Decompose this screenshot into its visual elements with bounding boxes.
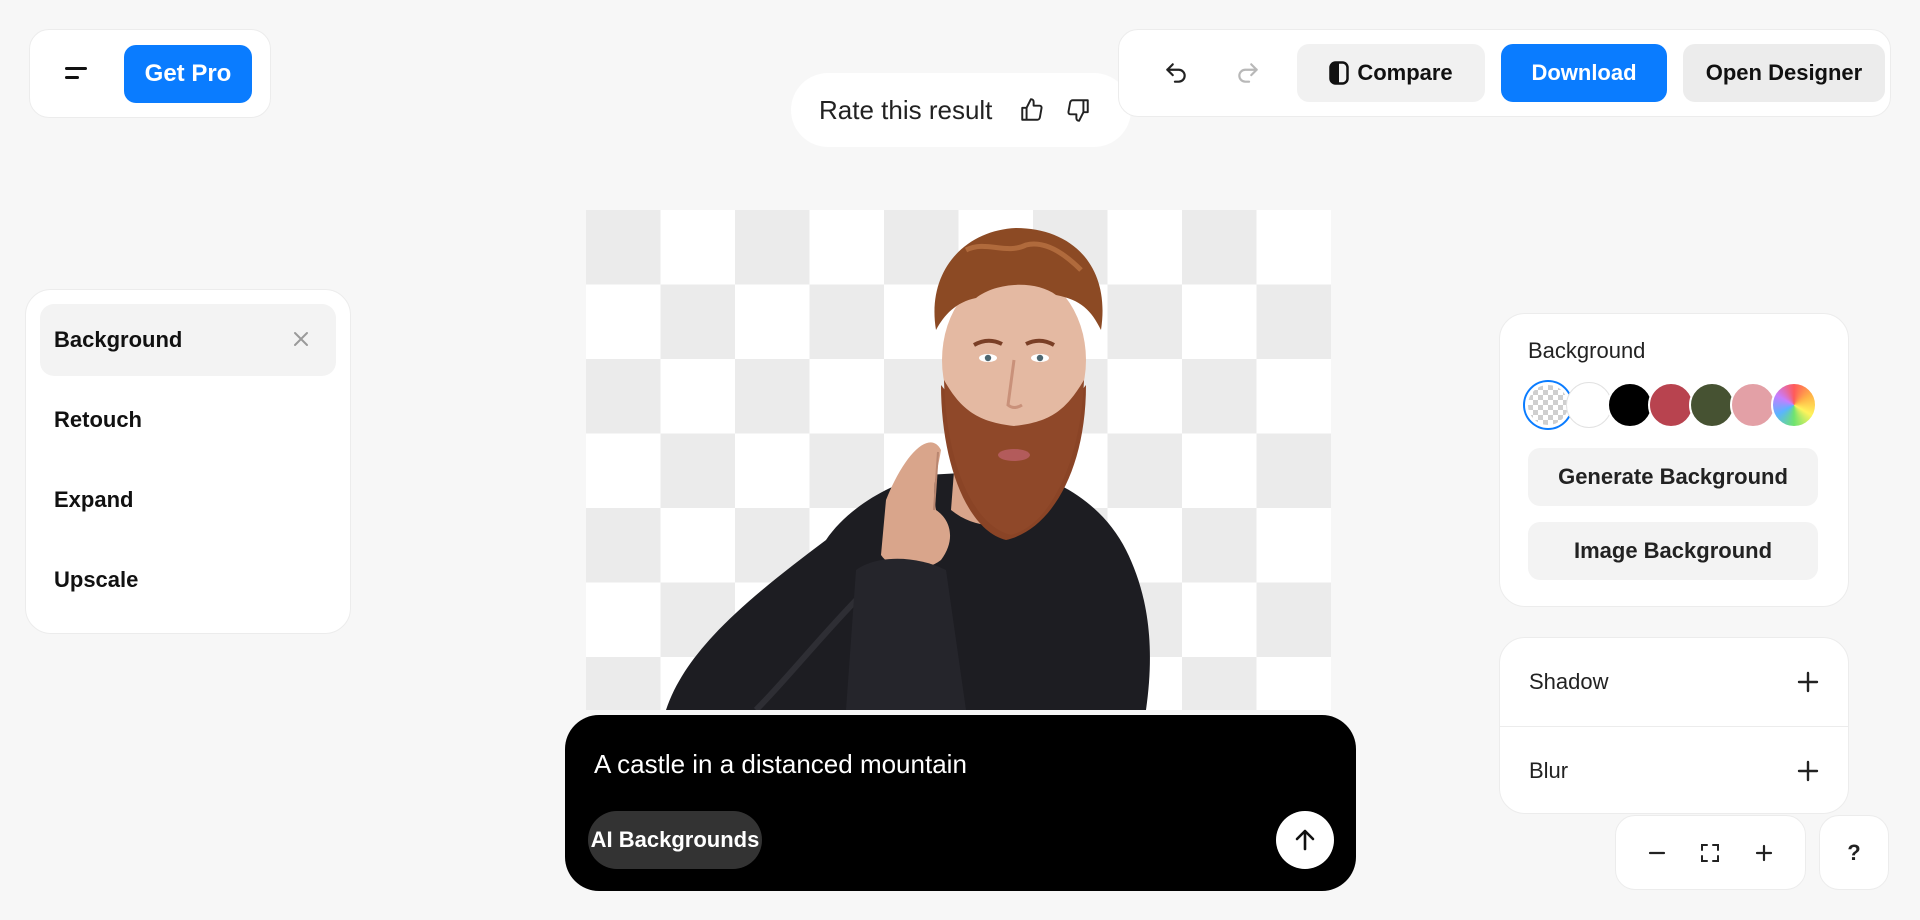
tool-upscale[interactable]: Upscale <box>40 544 336 616</box>
thumbs-up-button[interactable] <box>1016 94 1048 126</box>
tool-expand[interactable]: Expand <box>40 464 336 536</box>
tools-panel: Background Retouch Expand Upscale <box>25 289 351 634</box>
download-button[interactable]: Download <box>1501 44 1667 102</box>
redo-button[interactable] <box>1217 44 1279 102</box>
open-designer-button[interactable]: Open Designer <box>1683 44 1885 102</box>
rate-label: Rate this result <box>819 94 993 125</box>
tool-label: Upscale <box>54 567 139 592</box>
prompt-bar: A castle in a distanced mountain AI Back… <box>565 715 1356 891</box>
rate-result-pill: Rate this result <box>791 73 1131 147</box>
background-panel-title: Background <box>1528 338 1646 363</box>
compare-button[interactable]: Compare <box>1297 44 1485 102</box>
swatch-pink[interactable] <box>1730 382 1776 428</box>
shadow-row[interactable]: Shadow <box>1500 638 1848 726</box>
plus-icon <box>1797 760 1819 781</box>
image-background-button[interactable]: Image Background <box>1528 522 1818 580</box>
top-left-toolbar: Get Pro <box>29 29 271 118</box>
close-icon[interactable] <box>290 328 312 350</box>
compare-label: Compare <box>1357 60 1453 85</box>
zoom-controls <box>1615 815 1806 890</box>
tool-label: Expand <box>54 487 134 512</box>
background-panel: Background Generate Background Image Bac… <box>1499 313 1849 607</box>
add-shadow-button[interactable] <box>1794 668 1822 696</box>
image-canvas[interactable] <box>586 210 1331 710</box>
tool-label: Retouch <box>54 407 142 432</box>
tool-label: Background <box>54 327 183 352</box>
redo-icon <box>1238 63 1258 83</box>
fullscreen-icon <box>1701 843 1720 862</box>
subject-image <box>666 228 1150 710</box>
fit-screen-button[interactable] <box>1690 833 1730 873</box>
swatch-black[interactable] <box>1607 382 1653 428</box>
prompt-input[interactable]: A castle in a distanced mountain <box>594 749 967 780</box>
tool-retouch[interactable]: Retouch <box>40 384 336 456</box>
swatch-transparent[interactable] <box>1525 382 1571 428</box>
top-right-toolbar: Compare Download Open Designer <box>1118 29 1891 117</box>
undo-icon <box>1166 63 1186 83</box>
menu-button[interactable] <box>46 45 106 103</box>
add-blur-button[interactable] <box>1794 757 1822 785</box>
get-pro-button[interactable]: Get Pro <box>124 44 252 103</box>
thumbs-up-icon <box>1021 98 1043 121</box>
shadow-label: Shadow <box>1529 669 1609 694</box>
help-button[interactable]: ? <box>1819 815 1889 890</box>
thumbs-down-icon <box>1067 99 1090 122</box>
swatch-rainbow[interactable] <box>1771 382 1817 428</box>
color-swatches <box>1525 382 1820 428</box>
swatch-white[interactable] <box>1566 382 1612 428</box>
swatch-red[interactable] <box>1648 382 1694 428</box>
swatch-olive[interactable] <box>1689 382 1735 428</box>
thumbs-down-button[interactable] <box>1062 94 1094 126</box>
blur-label: Blur <box>1529 757 1569 783</box>
menu-icon <box>65 66 87 79</box>
tool-background[interactable]: Background <box>40 304 336 376</box>
zoom-out-button[interactable] <box>1637 833 1677 873</box>
blur-row[interactable]: Blur <box>1500 726 1848 814</box>
generate-background-button[interactable]: Generate Background <box>1528 448 1818 506</box>
plus-icon <box>1797 671 1819 693</box>
ai-backgrounds-chip[interactable]: AI Backgrounds <box>588 811 762 869</box>
plus-icon <box>1756 844 1773 861</box>
undo-button[interactable] <box>1145 44 1207 102</box>
send-button[interactable] <box>1276 811 1334 869</box>
zoom-in-button[interactable] <box>1744 833 1784 873</box>
arrow-up-icon <box>1295 829 1315 851</box>
compare-icon <box>1329 61 1350 85</box>
minus-icon <box>1648 851 1665 854</box>
effects-panel: Shadow Blur <box>1499 637 1849 814</box>
